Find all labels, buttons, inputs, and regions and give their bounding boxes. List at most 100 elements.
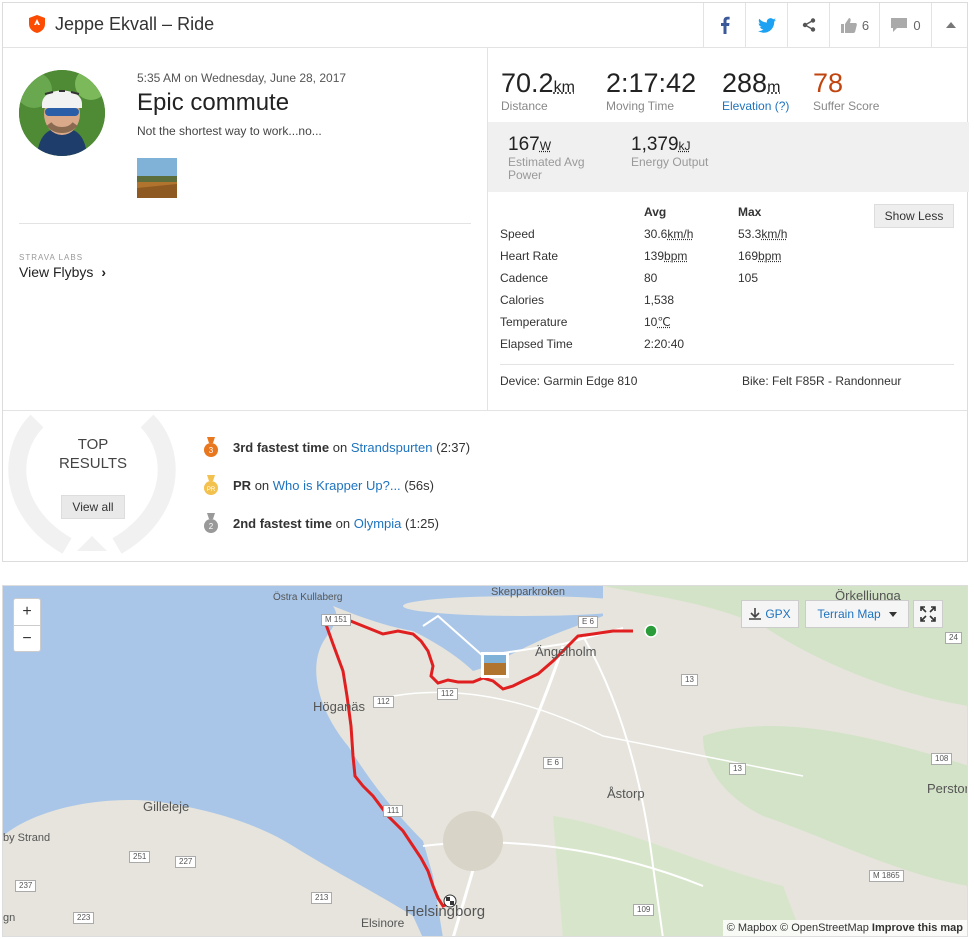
collapse-button[interactable] bbox=[931, 3, 970, 47]
road-shield: 213 bbox=[311, 892, 333, 904]
laurel-wreath-icon bbox=[8, 414, 176, 554]
max-header: Max bbox=[738, 205, 762, 219]
segment-link[interactable]: Who is Krapper Up?... bbox=[273, 478, 401, 493]
share-button[interactable] bbox=[787, 3, 830, 47]
row-label: Heart Rate bbox=[500, 249, 559, 263]
download-icon bbox=[749, 608, 762, 620]
comment-icon bbox=[891, 18, 908, 32]
row-max: 105 bbox=[738, 271, 759, 285]
road-shield: M 1865 bbox=[869, 870, 904, 882]
expand-icon bbox=[920, 606, 936, 622]
segment-link[interactable]: Strandspurten bbox=[351, 440, 433, 455]
road-shield: 109 bbox=[633, 904, 655, 916]
stat-suffer-score-label: Suffer Score bbox=[813, 99, 880, 113]
row-label: Speed bbox=[500, 227, 535, 241]
table-row: Heart Rate 139bpm 169bpm bbox=[500, 249, 950, 271]
show-less-button[interactable]: Show Less bbox=[874, 204, 954, 228]
stat-avg-power: 167W Estimated Avg Power bbox=[508, 134, 598, 182]
result-rank: 2nd fastest time bbox=[233, 515, 332, 531]
bronze-medal-icon: 3 bbox=[204, 437, 218, 457]
kudos-button[interactable]: 6 bbox=[829, 3, 880, 47]
gpx-label: GPX bbox=[765, 607, 791, 621]
chevron-up-icon bbox=[946, 22, 956, 28]
map-type-dropdown[interactable]: Terrain Map bbox=[805, 600, 909, 628]
result-item: 2 2nd fastest time on Olympia (1:25) bbox=[203, 513, 439, 533]
stat-avg-power-unit: W bbox=[539, 139, 552, 153]
facebook-icon bbox=[721, 16, 730, 34]
attribution-text[interactable]: © Mapbox © OpenStreetMap bbox=[727, 922, 869, 934]
stat-suffer-score: 78 Suffer Score bbox=[813, 68, 879, 113]
stat-energy-unit: kJ bbox=[678, 139, 691, 153]
comment-button[interactable]: 0 bbox=[879, 3, 932, 47]
table-row: Calories 1,538 bbox=[500, 293, 950, 315]
stat-distance: 70.2km Distance bbox=[501, 68, 575, 113]
svg-text:2: 2 bbox=[209, 522, 214, 531]
segment-link[interactable]: Olympia bbox=[354, 516, 402, 531]
strava-shield-icon bbox=[29, 15, 45, 33]
table-row: Temperature 10℃ bbox=[500, 315, 950, 337]
stat-energy-label: Energy Output bbox=[631, 155, 709, 169]
top-results-title-line2: RESULTS bbox=[58, 455, 128, 472]
avg-header: Avg bbox=[644, 205, 667, 219]
zoom-out-button[interactable]: − bbox=[14, 626, 40, 652]
result-rank: 3rd fastest time bbox=[233, 439, 330, 455]
activity-date: 5:35 AM on Wednesday, June 28, 2017 bbox=[137, 71, 347, 85]
road-shield: 13 bbox=[729, 763, 746, 775]
table-row: Cadence 80 105 bbox=[500, 271, 950, 293]
fullscreen-button[interactable] bbox=[913, 600, 943, 628]
photo-image bbox=[137, 158, 177, 198]
stat-elevation-label[interactable]: Elevation (?) bbox=[722, 99, 789, 113]
stat-avg-power-label: Estimated Avg Power bbox=[508, 155, 585, 182]
stat-distance-value: 70.2 bbox=[501, 68, 554, 98]
road-shield: 24 bbox=[945, 632, 962, 644]
row-avg: 80 bbox=[644, 271, 658, 285]
result-time: (56s) bbox=[404, 477, 434, 493]
activity-photo-thumbnail[interactable] bbox=[137, 158, 177, 198]
map-label-angelholm: Ängelholm bbox=[535, 644, 597, 659]
road-shield: 237 bbox=[15, 880, 37, 892]
map-label-strand: by Strand bbox=[3, 832, 51, 844]
avatar[interactable] bbox=[19, 70, 105, 156]
map-label-helsingborg: Helsingborg bbox=[405, 903, 486, 920]
road-shield: E 6 bbox=[578, 616, 599, 628]
activity-name: Epic commute bbox=[137, 89, 290, 116]
row-avg: 2:20:40 bbox=[644, 337, 685, 351]
map-label-ostra-kullaberg: Östra Kullaberg bbox=[273, 592, 343, 603]
result-on: on bbox=[332, 439, 348, 455]
stat-elevation-value: 288 bbox=[722, 68, 768, 98]
table-row: Elapsed Time 2:20:40 bbox=[500, 337, 950, 359]
twitter-share-button[interactable] bbox=[745, 3, 788, 47]
result-on: on bbox=[254, 477, 270, 493]
stat-elevation: 288m Elevation (?) bbox=[722, 68, 789, 113]
avatar-image bbox=[19, 70, 105, 156]
twitter-icon bbox=[758, 17, 776, 33]
top-results-title-line1: TOP bbox=[77, 436, 109, 453]
improve-map-link[interactable]: Improve this map bbox=[872, 922, 963, 934]
result-time: (2:37) bbox=[436, 439, 471, 455]
zoom-in-button[interactable]: + bbox=[14, 599, 40, 626]
divider bbox=[500, 364, 954, 365]
gpx-download-button[interactable]: GPX bbox=[741, 600, 799, 628]
stat-moving-time: 2:17:42 Moving Time bbox=[606, 68, 696, 113]
result-on: on bbox=[335, 515, 351, 531]
facebook-share-button[interactable] bbox=[703, 3, 746, 47]
stat-elevation-unit: m bbox=[767, 79, 781, 96]
road-shield: 112 bbox=[437, 688, 458, 700]
road-shield: M 151 bbox=[321, 614, 352, 626]
view-all-button[interactable]: View all bbox=[61, 495, 125, 519]
start-marker-icon bbox=[644, 624, 658, 638]
road-shield: 223 bbox=[73, 912, 95, 924]
map-label-persto: Perstor bbox=[927, 781, 968, 796]
svg-text:PR: PR bbox=[207, 487, 216, 493]
road-shield: 13 bbox=[681, 674, 698, 686]
silver-medal-icon: 2 bbox=[204, 513, 218, 533]
activity-header: Jeppe Ekvall – Ride 6 0 bbox=[3, 3, 967, 48]
route-map[interactable]: Östra Kullaberg Skepparkroken Örkelljung… bbox=[2, 585, 968, 937]
power-panel: 167W Estimated Avg Power 1,379kJ Energy … bbox=[488, 122, 969, 192]
view-flybys-link[interactable]: View Flybys › bbox=[19, 264, 106, 280]
result-rank: PR bbox=[233, 477, 252, 493]
row-label: Calories bbox=[500, 293, 545, 307]
row-max: 53.3km/h bbox=[738, 227, 788, 241]
road-shield: E 6 bbox=[543, 757, 564, 769]
stat-energy-output: 1,379kJ Energy Output bbox=[631, 134, 708, 169]
